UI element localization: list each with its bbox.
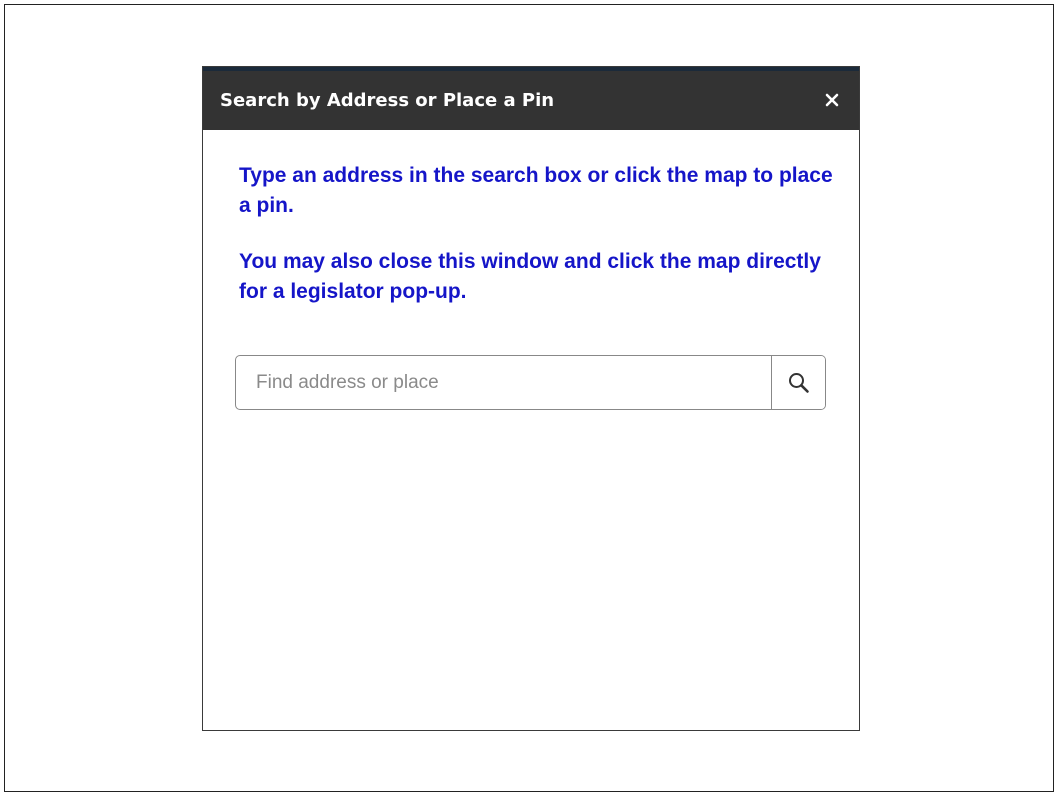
search-box — [235, 355, 826, 410]
search-input[interactable] — [236, 356, 771, 409]
close-button[interactable] — [823, 91, 841, 109]
search-icon — [789, 373, 809, 393]
dialog-titlebar: Search by Address or Place a Pin — [203, 71, 859, 130]
instruction-text-2: You may also close this window and click… — [239, 250, 821, 303]
instruction-text-1: Type an address in the search box or cli… — [239, 164, 833, 217]
dialog-content: Type an address in the search box or cli… — [239, 161, 839, 307]
search-dialog: Search by Address or Place a Pin Type an… — [202, 66, 860, 731]
close-icon — [825, 93, 839, 107]
dialog-title: Search by Address or Place a Pin — [220, 90, 555, 111]
search-button[interactable] — [771, 356, 825, 409]
